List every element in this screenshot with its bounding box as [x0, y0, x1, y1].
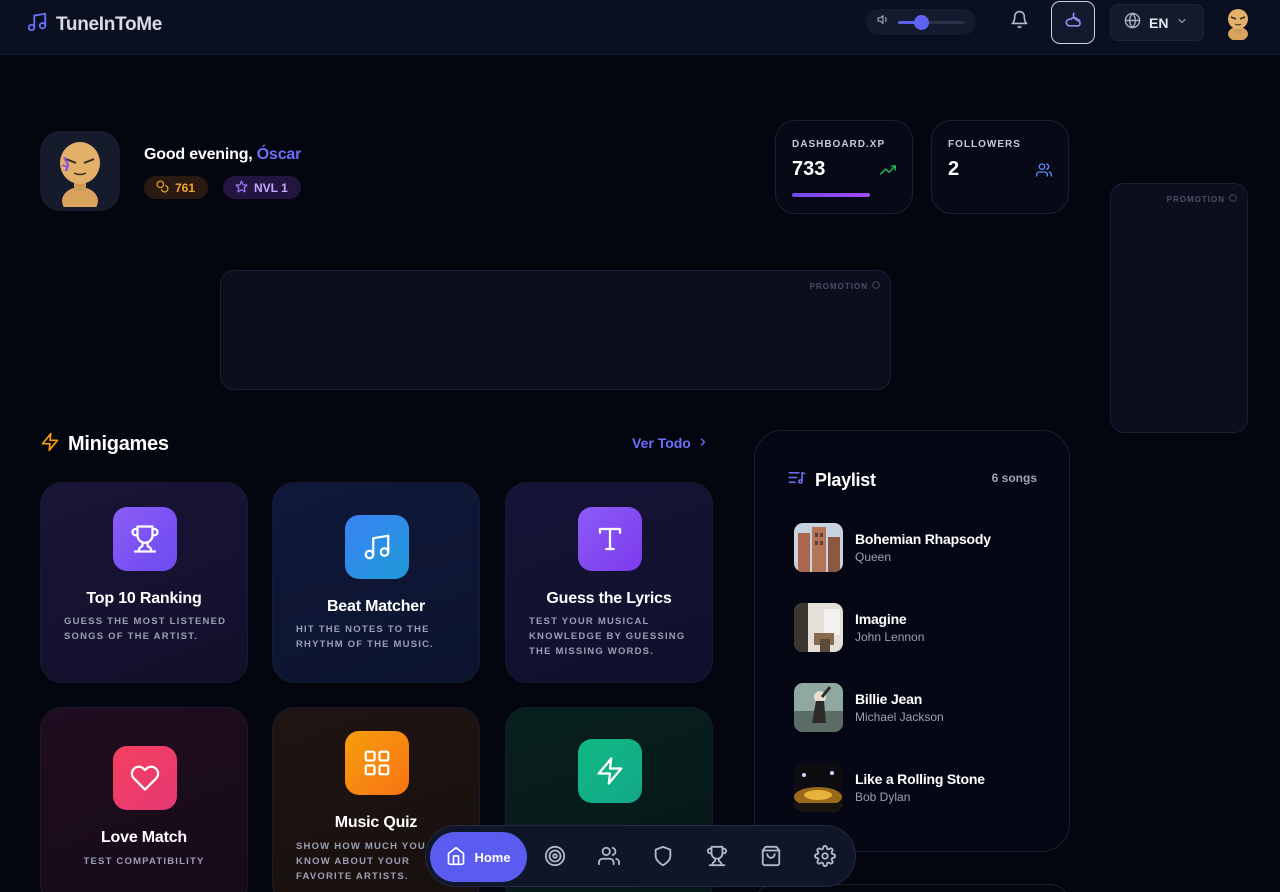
language-code: EN: [1149, 14, 1169, 31]
xp-value: 733: [792, 158, 826, 180]
heart-icon: [113, 746, 177, 810]
users-icon: [1036, 162, 1052, 183]
home-icon: [446, 846, 466, 869]
language-selector[interactable]: EN: [1110, 4, 1204, 41]
nav-home-label: Home: [474, 849, 511, 865]
users-icon[interactable]: [597, 844, 621, 868]
see-all-link[interactable]: Ver Todo: [632, 435, 709, 451]
followers-value: 2: [948, 158, 960, 180]
song-artist: Michael Jackson: [855, 710, 944, 724]
settings-icon[interactable]: [813, 844, 837, 868]
song-title: Bohemian Rhapsody: [855, 531, 991, 547]
minigames-title: Minigames: [68, 433, 169, 455]
promotion-label-text: PROMOTION: [809, 281, 868, 291]
playlist-song[interactable]: Imagine John Lennon: [794, 603, 1054, 653]
user-name: Óscar: [256, 146, 302, 163]
profile-avatar[interactable]: [40, 131, 120, 211]
playlist-song[interactable]: Bohemian Rhapsody Queen: [794, 523, 1054, 573]
promotion-label: PROMOTION: [810, 281, 880, 291]
minigame-card-love-match[interactable]: Love Match TEST COMPATIBILITY: [40, 707, 248, 892]
card-description: GUESS THE MOST LISTENED SONGS OF THE ART…: [64, 616, 227, 642]
volume-slider-knob[interactable]: [914, 15, 930, 30]
trophy-icon: [113, 507, 177, 571]
volume-icon: [877, 13, 890, 31]
globe-icon: [1124, 12, 1141, 34]
shield-icon[interactable]: [651, 844, 675, 868]
target-icon[interactable]: [543, 844, 567, 868]
chevron-down-icon: [1176, 14, 1188, 32]
xp-label: DASHBOARD.XP: [792, 139, 886, 150]
album-art: [794, 523, 843, 572]
notifications-button[interactable]: [1007, 10, 1031, 34]
volume-control[interactable]: [866, 9, 976, 35]
lightning-icon: [578, 739, 642, 803]
info-icon: [872, 281, 880, 291]
chevron-right-icon: [697, 435, 709, 451]
moon-cloud-icon: [1063, 10, 1083, 35]
album-art: [794, 683, 843, 732]
promotion-sidebar[interactable]: PROMOTION: [1110, 183, 1248, 433]
promotion-banner[interactable]: PROMOTION: [220, 270, 891, 390]
text-icon: [578, 507, 642, 571]
music-note-icon: [345, 515, 409, 579]
minigame-card-top10[interactable]: Top 10 Ranking GUESS THE MOST LISTENED S…: [40, 482, 248, 683]
playlist-title: Playlist: [815, 469, 876, 490]
album-art: [794, 763, 843, 812]
playlist-count: 6 songs: [991, 471, 1037, 485]
trophy-icon[interactable]: [705, 844, 729, 868]
nav-home-button[interactable]: Home: [430, 832, 527, 882]
grid-icon: [345, 731, 409, 795]
brand[interactable]: TuneInToMe: [26, 11, 162, 38]
greeting-text: Good evening,: [144, 146, 257, 163]
trending-up-icon: [880, 162, 896, 183]
card-description: TEST YOUR MUSICAL KNOWLEDGE BY GUESSING …: [529, 616, 686, 657]
card-title: Beat Matcher: [326, 598, 426, 615]
song-title: Like a Rolling Stone: [855, 771, 985, 787]
playlist-song[interactable]: Like a Rolling Stone Bob Dylan: [794, 763, 1054, 813]
xp-progress-bar: [792, 193, 870, 197]
card-description: HIT THE NOTES TO THE RHYTHM OF THE MUSIC…: [296, 624, 434, 650]
top-bar: TuneInToMe EN: [0, 0, 1280, 55]
info-icon: [1229, 194, 1237, 204]
card-title: Guess the Lyrics: [546, 590, 672, 607]
playlist-song[interactable]: Billie Jean Michael Jackson: [794, 683, 1054, 733]
coins-value: 761: [175, 180, 196, 195]
song-title: Imagine: [855, 611, 907, 627]
xp-stat-card: DASHBOARD.XP 733: [775, 120, 913, 214]
app-name: TuneInToMe: [56, 13, 163, 35]
music-note-icon: [26, 11, 48, 38]
song-artist: Bob Dylan: [855, 790, 911, 804]
star-icon: [235, 179, 248, 196]
shopping-bag-icon[interactable]: [759, 844, 783, 868]
bell-icon: [1010, 10, 1029, 34]
followers-label: FOLLOWERS: [948, 139, 1021, 150]
see-all-label: Ver Todo: [632, 435, 691, 451]
card-description: TEST COMPATIBILITY: [83, 856, 205, 867]
promotion-label-text: PROMOTION: [1166, 194, 1225, 204]
coins-icon: [156, 179, 169, 196]
song-artist: Queen: [855, 550, 892, 564]
theme-toggle-button[interactable]: [1051, 1, 1095, 44]
playlist-icon: [787, 468, 806, 492]
minigame-card-guess-lyrics[interactable]: Guess the Lyrics TEST YOUR MUSICAL KNOWL…: [505, 482, 713, 683]
level-badge: NVL 1: [223, 176, 301, 199]
bottom-navigation: Home: [425, 825, 856, 887]
user-avatar-button[interactable]: [1222, 6, 1254, 41]
greeting: Good evening, Óscar: [144, 146, 301, 164]
minigame-card-beat-matcher[interactable]: Beat Matcher HIT THE NOTES TO THE RHYTHM…: [272, 482, 480, 683]
playlist-header: Playlist: [787, 468, 876, 492]
playlist-panel: Playlist 6 songs Bohemian Rhapsody Queen: [754, 430, 1070, 852]
lightning-icon: [40, 432, 60, 457]
level-value: NVL 1: [254, 180, 288, 195]
card-title: Top 10 Ranking: [86, 590, 202, 607]
coins-badge: 761: [144, 176, 208, 199]
song-title: Billie Jean: [855, 691, 923, 707]
album-art: [794, 603, 843, 652]
promotion-label: PROMOTION: [1167, 194, 1237, 204]
song-artist: John Lennon: [855, 630, 925, 644]
card-title: Love Match: [100, 829, 188, 846]
followers-stat-card: FOLLOWERS 2: [931, 120, 1069, 214]
minigames-header: Minigames: [40, 432, 169, 457]
